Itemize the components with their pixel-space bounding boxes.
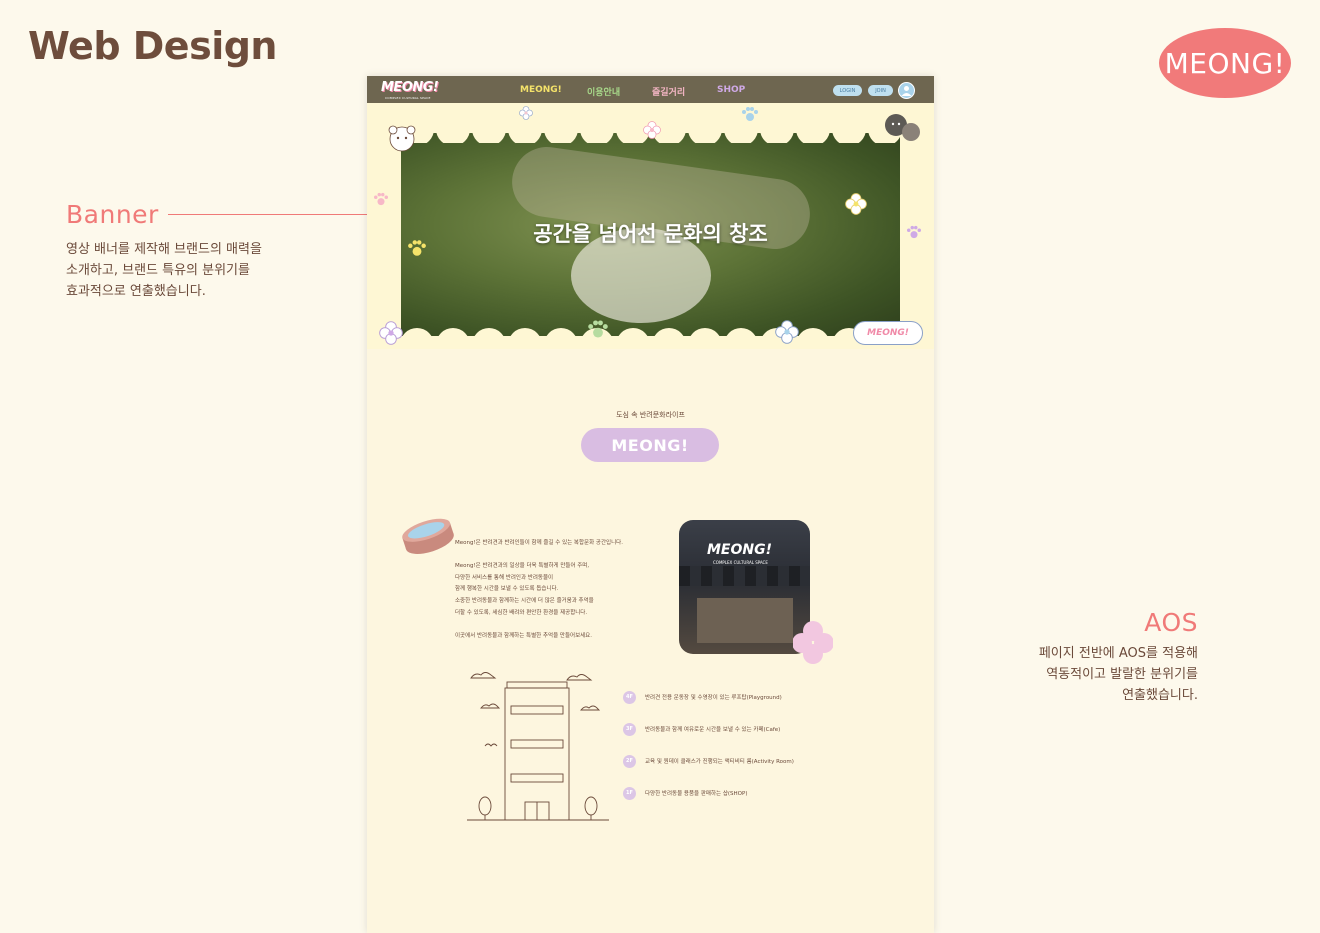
intro-line: 함께 행복한 시간을 보낼 수 있도록 돕습니다.: [455, 586, 559, 593]
nav-item-guide[interactable]: 이용안내: [587, 85, 620, 98]
nav-item-shop[interactable]: SHOP: [717, 85, 745, 95]
floor-description: 반려견 전용 운동장 및 수영장이 있는 루프탑(Playground): [645, 695, 782, 701]
floor-row: 3F 반려동물과 함께 여유로운 시간을 보낼 수 있는 카페(Cafe): [623, 722, 780, 736]
brand-badge: MEONG!: [1159, 28, 1291, 98]
floor-description: 다양한 반려동물 용품을 판매하는 샵(SHOP): [645, 791, 748, 797]
floor-badge: 4F: [623, 690, 636, 704]
storefront-photo: MEONG! COMPLEX CULTURAL SPACE: [679, 520, 810, 654]
intro-line: 다양한 서비스를 통해 반려인과 반려동물이: [455, 574, 554, 581]
join-button[interactable]: JOIN: [868, 85, 893, 96]
site-logo-subtitle: COMPLEX CULTURAL SPACE: [385, 96, 431, 100]
site-logo[interactable]: MEONG!: [381, 80, 439, 95]
scallop-border-bottom: [401, 328, 900, 349]
flower-yellow-icon: [845, 193, 867, 215]
intro-text: Meong!은 반려견과 반려인들이 함께 즐길 수 있는 복합문화 공간입니다…: [455, 538, 675, 643]
banner-note-text: 영상 배너를 제작해 브랜드의 매력을 소개하고, 브랜드 특유의 분위기를 효…: [66, 239, 326, 302]
floor-description: 교육 및 원데이 클래스가 진행되는 액티비티 룸(Activity Room): [645, 759, 794, 765]
dog-bowl-icon: [402, 518, 454, 554]
floor-badge: 2F: [623, 754, 636, 768]
floor-badge: 3F: [623, 722, 636, 736]
nav-item-activities[interactable]: 즐길거리: [652, 85, 685, 98]
user-icon[interactable]: [898, 82, 915, 99]
section-tagline: 도심 속 반려문화라이프: [616, 411, 685, 419]
storefront-window: [697, 598, 793, 643]
section-cloud-title: MEONG!: [581, 428, 719, 462]
paw-purple-icon: [907, 225, 921, 239]
paw-yellow-icon: [408, 240, 426, 256]
animal-faces-sticker-icon: [885, 114, 920, 141]
floor-badge: 1F: [623, 786, 636, 800]
intro-paragraph: Meong!은 반려견과 반려인들이 함께 즐길 수 있는 복합문화 공간입니다…: [455, 540, 623, 546]
paw-pink-icon: [374, 192, 388, 206]
floor-row: 2F 교육 및 원데이 클래스가 진행되는 액티비티 룸(Activity Ro…: [623, 754, 794, 768]
aos-note: AOS 페이지 전반에 AOS를 적용해 역동적이고 발랄한 분위기를 연출했습…: [1000, 608, 1198, 706]
hero-logo-badge: MEONG!: [853, 321, 923, 345]
intro-line: Meong!은 반려견과의 일상을 더욱 특별하게 만들어 주며,: [455, 562, 590, 569]
floor-description: 반려동물과 함께 여유로운 시간을 보낼 수 있는 카페(Cafe): [645, 727, 781, 733]
hero-video-image: 공간을 넘어선 문화의 창조: [401, 133, 900, 336]
flower-white-icon: [519, 106, 533, 120]
bear-sticker-icon: [388, 125, 416, 152]
flower-pink-icon: [643, 121, 661, 139]
floor-row: 1F 다양한 반려동물 용품을 판매하는 샵(SHOP): [623, 786, 747, 800]
hero-title: 공간을 넘어선 문화의 창조: [533, 222, 768, 246]
intro-line: 소중한 반려동물과 함께하는 시간에 더 많은 즐거움과 추억을: [455, 598, 594, 605]
aos-note-line: 연출했습니다.: [1122, 688, 1198, 703]
hero-banner: 공간을 넘어선 문화의 창조 MEONG!: [367, 103, 934, 349]
aos-note-line: 역동적이고 발랄한 분위기를: [1046, 667, 1198, 682]
page-title: Web Design: [28, 24, 277, 68]
paw-green-icon: [588, 320, 608, 338]
website-mockup: MEONG! COMPLEX CULTURAL SPACE MEONG! 이용안…: [367, 76, 934, 933]
banner-note-line: 영상 배너를 제작해 브랜드의 매력을: [66, 242, 262, 257]
banner-note: Banner 영상 배너를 제작해 브랜드의 매력을 소개하고, 브랜드 특유의…: [66, 200, 326, 302]
nav-item-meong[interactable]: MEONG!: [520, 85, 562, 95]
storefront-sign: MEONG!: [707, 542, 772, 558]
banner-connector-line: [168, 214, 390, 215]
storefront-sign-sub: COMPLEX CULTURAL SPACE: [713, 560, 768, 565]
flower-purple-icon: [379, 321, 403, 345]
pink-flower-icon: [793, 621, 833, 664]
building-illustration: [467, 672, 609, 821]
floor-row: 4F 반려견 전용 운동장 및 수영장이 있는 루프탑(Playground): [623, 690, 782, 704]
storefront-awning: [679, 566, 810, 586]
flower-blue-icon: [775, 320, 799, 344]
aos-note-line: 페이지 전반에 AOS를 적용해: [1038, 646, 1198, 661]
banner-note-line: 소개하고, 브랜드 특유의 분위기를: [66, 263, 250, 278]
banner-note-line: 효과적으로 연출했습니다.: [66, 284, 206, 299]
aos-note-title: AOS: [1144, 608, 1198, 637]
intro-line: 더할 수 있도록, 세심한 배려와 편안한 환경을 제공합니다.: [455, 609, 588, 616]
login-button[interactable]: LOGIN: [833, 85, 862, 96]
paw-blue-icon: [742, 107, 758, 121]
intro-paragraph: 이곳에서 반려동물과 함께하는 특별한 추억을 만들어보세요.: [455, 632, 592, 639]
site-navbar: MEONG! COMPLEX CULTURAL SPACE MEONG! 이용안…: [367, 76, 934, 103]
aos-note-text: 페이지 전반에 AOS를 적용해 역동적이고 발랄한 분위기를 연출했습니다.: [1000, 643, 1198, 706]
